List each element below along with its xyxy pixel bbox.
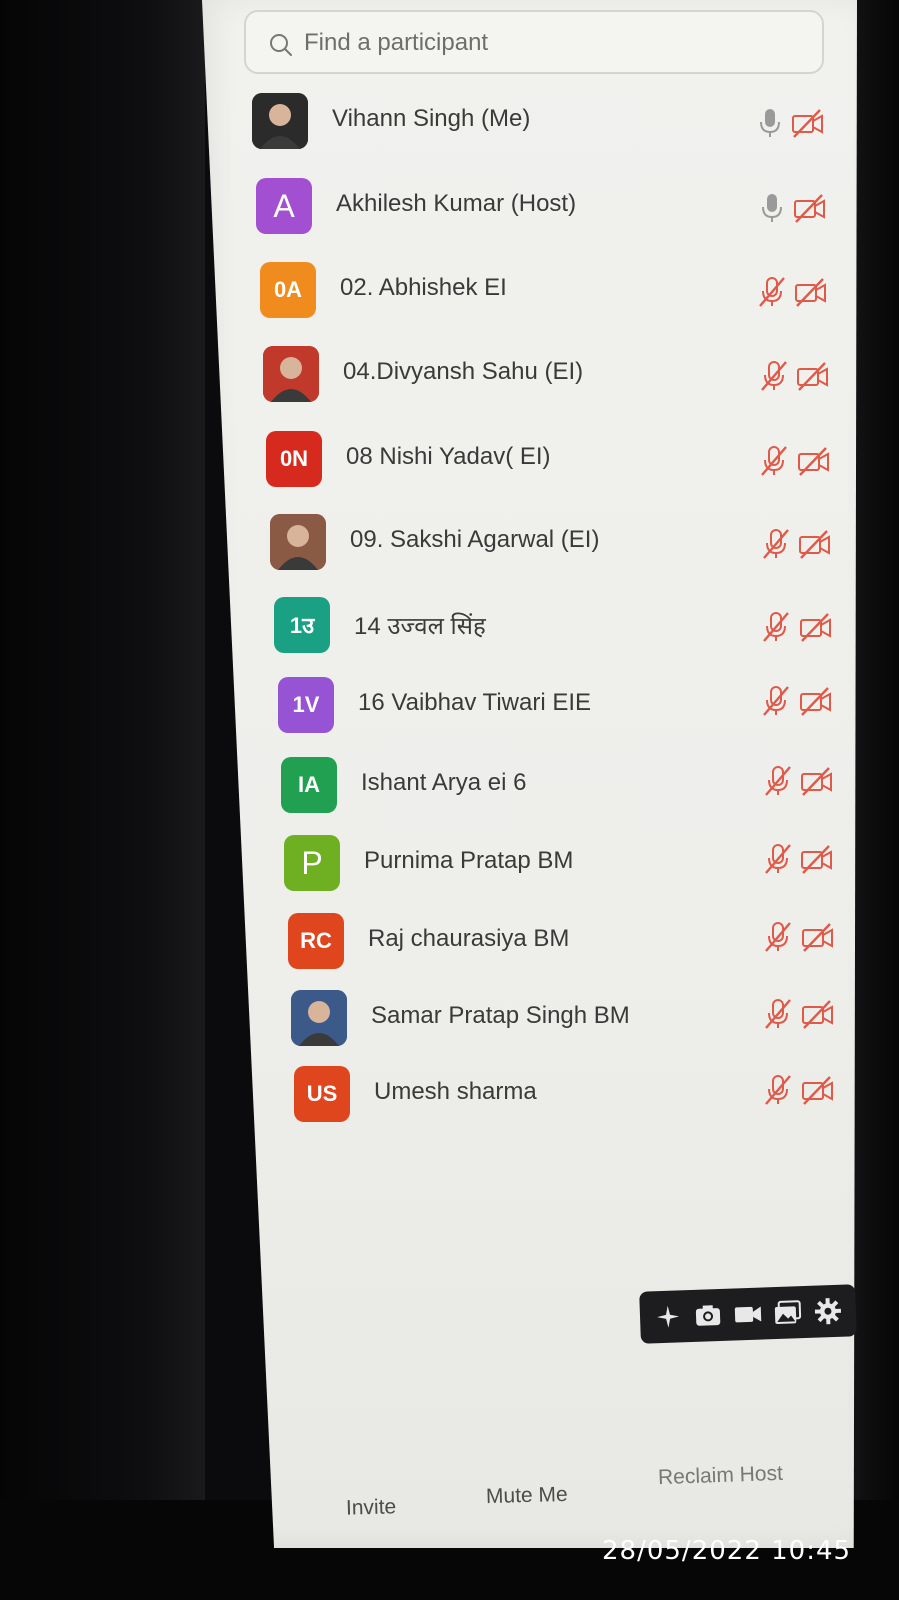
participant-initials-avatar: A	[256, 178, 312, 234]
avatar-initials: 1V	[292, 692, 320, 717]
gear-icon[interactable]	[812, 1296, 843, 1327]
avatar-initials: IA	[298, 772, 320, 797]
avatar-initials: US	[306, 1081, 338, 1106]
participant-row[interactable]: US Umesh sharma	[294, 1066, 800, 1126]
participant-initials-avatar: 1उ	[274, 597, 330, 653]
avatar-initials: 1उ	[289, 613, 315, 638]
video-off-icon[interactable]	[795, 358, 831, 394]
participant-row[interactable]: 0N 08 Nishi Yadav( EI)	[266, 431, 800, 491]
participant-row[interactable]: A Akhilesh Kumar (Host)	[256, 178, 800, 238]
dark-background-left	[0, 0, 205, 1600]
microphone-muted-icon[interactable]	[760, 1072, 796, 1108]
microphone-muted-icon[interactable]	[754, 274, 790, 310]
participant-name: 04.Divyansh Sahu (EI)	[343, 358, 584, 385]
microphone-muted-icon[interactable]	[756, 358, 792, 394]
participant-name: Purnima Pratap BM	[364, 847, 574, 874]
gallery-icon[interactable]	[772, 1297, 803, 1328]
participant-row[interactable]: 04.Divyansh Sahu (EI)	[263, 346, 800, 406]
participant-photo-avatar	[291, 990, 347, 1046]
microphone-muted-icon[interactable]	[758, 609, 794, 645]
participant-photo-avatar	[263, 346, 319, 402]
participant-name: 02. Abhishek EI	[340, 274, 507, 301]
participant-name: Samar Pratap Singh BM	[371, 1002, 630, 1029]
participant-row[interactable]: 09. Sakshi Agarwal (EI)	[270, 514, 800, 574]
participant-name: 14 उज्वल सिंह	[354, 613, 486, 640]
microphone-muted-icon[interactable]	[760, 919, 796, 955]
participant-row[interactable]: Vihann Singh (Me)	[252, 93, 800, 153]
monitor-bezel-right	[849, 0, 899, 1600]
microphone-muted-icon[interactable]	[758, 683, 794, 719]
participant-name: 09. Sakshi Agarwal (EI)	[350, 526, 600, 553]
participant-row[interactable]: 0A 02. Abhishek EI	[260, 262, 800, 322]
video-off-icon[interactable]	[796, 443, 832, 479]
participant-name: 16 Vaibhav Tiwari EIE	[358, 689, 592, 716]
participant-photo-avatar	[270, 514, 326, 570]
avatar-initials: A	[273, 187, 295, 224]
participant-row[interactable]: P Purnima Pratap BM	[284, 835, 800, 895]
video-off-icon[interactable]	[799, 763, 835, 799]
video-off-icon[interactable]	[792, 190, 828, 226]
participant-initials-avatar: IA	[281, 757, 337, 813]
video-off-icon[interactable]	[797, 526, 833, 562]
search-input[interactable]	[302, 22, 786, 64]
participant-search-box[interactable]	[244, 10, 824, 74]
video-off-icon[interactable]	[798, 609, 834, 645]
participant-row[interactable]: 1उ 14 उज्वल सिंह	[274, 597, 800, 657]
participant-name: Ishant Arya ei 6	[361, 769, 527, 796]
participant-name: Akhilesh Kumar (Host)	[336, 190, 577, 217]
avatar-initials: RC	[300, 928, 332, 953]
participant-row[interactable]: 1V 16 Vaibhav Tiwari EIE	[278, 677, 800, 737]
avatar-initials: 0N	[279, 446, 309, 471]
video-off-icon[interactable]	[798, 683, 834, 719]
participant-initials-avatar: 1V	[278, 677, 334, 733]
participant-row[interactable]: RC Raj chaurasiya BM	[288, 913, 800, 973]
screenshot-toolbar	[639, 1284, 857, 1344]
video-off-icon[interactable]	[790, 105, 826, 141]
microphone-muted-icon[interactable]	[760, 996, 796, 1032]
participant-row[interactable]: IA Ishant Arya ei 6	[281, 757, 800, 817]
microphone-icon[interactable]	[752, 105, 788, 141]
camera-icon[interactable]	[693, 1300, 724, 1331]
photo-timestamp: 28/05/2022 10:45	[602, 1536, 852, 1566]
microphone-muted-icon[interactable]	[756, 443, 792, 479]
mute-me-button[interactable]: Mute Me	[486, 1483, 568, 1509]
participant-initials-avatar: RC	[288, 913, 344, 969]
participant-name: 08 Nishi Yadav( EI)	[346, 443, 551, 470]
video-off-icon[interactable]	[793, 274, 829, 310]
participant-row[interactable]: Samar Pratap Singh BM	[291, 990, 800, 1050]
microphone-muted-icon[interactable]	[760, 841, 796, 877]
participant-name: Raj chaurasiya BM	[368, 925, 570, 952]
reclaim-host-button[interactable]: Reclaim Host	[658, 1462, 784, 1490]
video-off-icon[interactable]	[800, 919, 836, 955]
participant-name: Umesh sharma	[374, 1078, 537, 1105]
microphone-muted-icon[interactable]	[760, 763, 796, 799]
avatar-initials: 0A	[273, 277, 303, 302]
video-off-icon[interactable]	[800, 1072, 836, 1108]
sparkle-icon[interactable]	[653, 1301, 684, 1332]
video-camera-icon[interactable]	[732, 1298, 763, 1329]
avatar-initials: P	[301, 844, 323, 881]
participant-initials-avatar: P	[284, 835, 340, 891]
participant-initials-avatar: 0N	[266, 431, 322, 487]
search-icon	[270, 34, 292, 56]
video-off-icon[interactable]	[800, 996, 836, 1032]
microphone-muted-icon[interactable]	[758, 526, 794, 562]
participant-initials-avatar: US	[294, 1066, 350, 1122]
participant-photo-avatar	[252, 93, 308, 149]
participant-name: Vihann Singh (Me)	[332, 105, 531, 132]
video-off-icon[interactable]	[799, 841, 835, 877]
participant-initials-avatar: 0A	[260, 262, 316, 318]
microphone-icon[interactable]	[754, 190, 790, 226]
invite-button[interactable]: Invite	[346, 1495, 397, 1520]
